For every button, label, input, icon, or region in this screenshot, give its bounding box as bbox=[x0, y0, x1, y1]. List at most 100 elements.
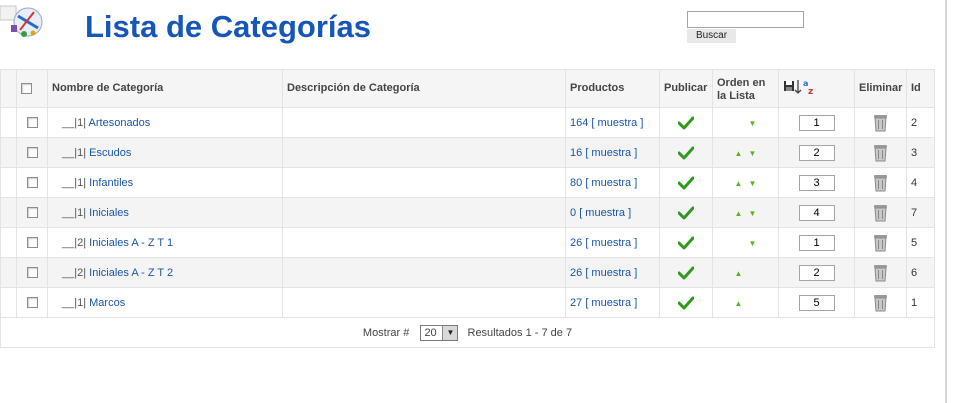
move-up-icon[interactable]: ▲ bbox=[732, 299, 746, 308]
save-order-icons[interactable]: a z bbox=[783, 78, 817, 100]
order-input[interactable] bbox=[798, 204, 835, 221]
product-count-link[interactable]: 0 [ muestra ] bbox=[570, 207, 631, 219]
row-select-cell bbox=[16, 107, 48, 138]
move-down-icon[interactable]: ▼ bbox=[746, 119, 760, 128]
order-input[interactable] bbox=[798, 264, 835, 281]
tree-prefix: __|1| bbox=[62, 116, 87, 129]
name-column-header[interactable]: Nombre de Categoría bbox=[47, 69, 283, 108]
id-cell: 2 bbox=[906, 107, 935, 138]
order-input[interactable] bbox=[798, 294, 835, 311]
published-check-icon[interactable] bbox=[678, 296, 694, 310]
table-row: __|1| Marcos 27 [ muestra ] ▲▼ 1 bbox=[0, 287, 935, 318]
table-row: __|1| Escudos 16 [ muestra ] ▲▼ 3 bbox=[0, 137, 935, 168]
move-up-icon[interactable]: ▲ bbox=[732, 209, 746, 218]
trash-icon[interactable] bbox=[872, 143, 889, 162]
publish-cell bbox=[659, 257, 713, 288]
row-checkbox[interactable] bbox=[26, 117, 38, 129]
publish-cell bbox=[659, 197, 713, 228]
product-count-link[interactable]: 164 [ muestra ] bbox=[570, 117, 643, 129]
category-link[interactable]: Escudos bbox=[89, 147, 131, 159]
description-cell bbox=[282, 287, 566, 318]
product-count-link[interactable]: 27 [ muestra ] bbox=[570, 297, 637, 309]
trash-icon[interactable] bbox=[872, 293, 889, 312]
order-cell bbox=[778, 197, 855, 228]
description-column-header: Descripción de Categoría bbox=[282, 69, 566, 108]
category-link[interactable]: Iniciales A - Z T 1 bbox=[89, 237, 173, 249]
page-size-value: 20 bbox=[424, 326, 437, 339]
description-cell bbox=[282, 227, 566, 258]
category-link[interactable]: Artesonados bbox=[89, 117, 151, 129]
delete-cell bbox=[854, 137, 907, 168]
order-input[interactable] bbox=[798, 234, 835, 251]
trash-icon[interactable] bbox=[872, 233, 889, 252]
table-header-row: Nombre de Categoría Descripción de Categ… bbox=[0, 69, 935, 108]
search-input[interactable] bbox=[687, 11, 804, 28]
row-checkbox[interactable] bbox=[26, 297, 38, 309]
trash-icon[interactable] bbox=[872, 203, 889, 222]
publish-cell bbox=[659, 107, 713, 138]
order-arrows-cell: ▲▼ bbox=[712, 167, 779, 198]
move-up-icon[interactable]: ▲ bbox=[732, 149, 746, 158]
order-cell bbox=[778, 227, 855, 258]
published-check-icon[interactable] bbox=[678, 206, 694, 220]
delete-cell bbox=[854, 287, 907, 318]
order-input[interactable] bbox=[798, 144, 835, 161]
order-arrows-cell: ▲▼ bbox=[712, 137, 779, 168]
category-link[interactable]: Infantiles bbox=[89, 177, 133, 189]
move-up-icon[interactable]: ▲ bbox=[732, 179, 746, 188]
chevron-down-icon[interactable]: ▼ bbox=[442, 325, 458, 340]
row-checkbox[interactable] bbox=[26, 147, 38, 159]
tree-prefix: __|2| bbox=[62, 236, 87, 249]
category-name-cell: __|1| Marcos bbox=[47, 287, 283, 318]
move-down-icon[interactable]: ▼ bbox=[746, 149, 760, 158]
product-count-link[interactable]: 26 [ muestra ] bbox=[570, 267, 637, 279]
row-checkbox[interactable] bbox=[26, 237, 38, 249]
id-cell: 4 bbox=[906, 167, 935, 198]
order-cell bbox=[778, 287, 855, 318]
search-button[interactable]: Buscar bbox=[687, 29, 736, 43]
page-title: Lista de Categorías bbox=[85, 9, 371, 44]
product-count-link[interactable]: 16 [ muestra ] bbox=[570, 147, 637, 159]
products-cell: 16 [ muestra ] bbox=[565, 137, 660, 168]
move-down-icon[interactable]: ▼ bbox=[746, 209, 760, 218]
category-link[interactable]: Iniciales bbox=[89, 207, 129, 219]
trash-icon[interactable] bbox=[872, 113, 889, 132]
row-checkbox[interactable] bbox=[26, 267, 38, 279]
move-up-icon[interactable]: ▲ bbox=[732, 269, 746, 278]
move-down-icon[interactable]: ▼ bbox=[746, 179, 760, 188]
table-row: __|1| Artesonados 164 [ muestra ] ▲▼ 2 bbox=[0, 107, 935, 138]
products-cell: 80 [ muestra ] bbox=[565, 167, 660, 198]
delete-cell bbox=[854, 257, 907, 288]
table-row: __|2| Iniciales A - Z T 2 26 [ muestra ]… bbox=[0, 257, 935, 288]
table-row: __|2| Iniciales A - Z T 1 26 [ muestra ]… bbox=[0, 227, 935, 258]
select-all-checkbox[interactable] bbox=[21, 82, 32, 94]
product-count-link[interactable]: 80 [ muestra ] bbox=[570, 177, 637, 189]
description-cell bbox=[282, 257, 566, 288]
move-down-icon[interactable]: ▼ bbox=[746, 239, 760, 248]
row-select-cell bbox=[16, 287, 48, 318]
category-link[interactable]: Iniciales A - Z T 2 bbox=[89, 267, 173, 279]
product-count-link[interactable]: 26 [ muestra ] bbox=[570, 237, 637, 249]
trash-icon[interactable] bbox=[872, 173, 889, 192]
id-cell: 6 bbox=[906, 257, 935, 288]
published-check-icon[interactable] bbox=[678, 146, 694, 160]
published-check-icon[interactable] bbox=[678, 116, 694, 130]
published-check-icon[interactable] bbox=[678, 236, 694, 250]
trash-icon[interactable] bbox=[872, 263, 889, 282]
row-number-cell bbox=[0, 167, 17, 198]
scrollbar[interactable] bbox=[945, 0, 947, 403]
tree-prefix: __|1| bbox=[62, 206, 87, 219]
page-size-select[interactable]: 20 ▼ bbox=[420, 324, 459, 341]
order-input[interactable] bbox=[798, 114, 835, 131]
category-link[interactable]: Marcos bbox=[89, 297, 125, 309]
published-check-icon[interactable] bbox=[678, 176, 694, 190]
row-checkbox[interactable] bbox=[26, 177, 38, 189]
order-input[interactable] bbox=[798, 174, 835, 191]
pagination-row: Mostrar # 20 ▼ Resultados 1 - 7 de 7 bbox=[0, 317, 935, 348]
published-check-icon[interactable] bbox=[678, 266, 694, 280]
publish-cell bbox=[659, 287, 713, 318]
save-sort-icon[interactable]: a z bbox=[783, 78, 817, 97]
order-arrows-cell: ▲▼ bbox=[712, 257, 779, 288]
description-cell bbox=[282, 137, 566, 168]
row-checkbox[interactable] bbox=[26, 207, 38, 219]
